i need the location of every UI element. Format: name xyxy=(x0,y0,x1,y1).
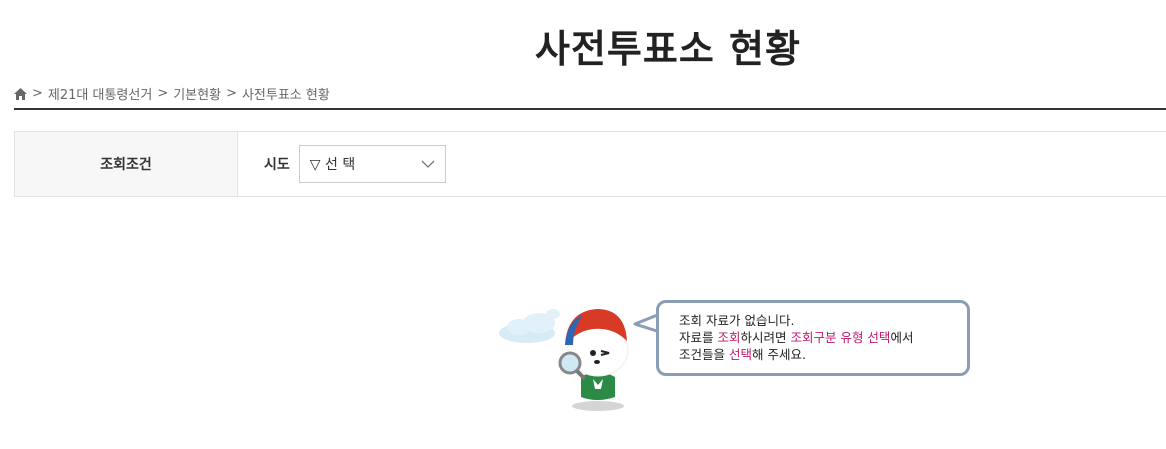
empty-result-message: 조회 자료가 없습니다. 자료를 조회하시려면 조회구분 유형 선택에서 조건들… xyxy=(656,300,970,376)
page-title: 사전투표소 현황 xyxy=(535,27,801,71)
search-condition-label: 조회조건 xyxy=(14,132,238,196)
breadcrumb-item-basic-status[interactable]: 기본현황 xyxy=(173,84,221,103)
search-condition-body: 시도 ▽ 선 택 xyxy=(238,132,1166,196)
breadcrumb: > 제21대 대통령선거 > 기본현황 > 사전투표소 현황 xyxy=(14,84,330,103)
cloud-icon xyxy=(499,309,560,343)
sido-select-value: ▽ 선 택 xyxy=(309,157,356,173)
sido-select[interactable]: ▽ 선 택 xyxy=(298,145,446,183)
breadcrumb-item-election[interactable]: 제21대 대통령선거 xyxy=(48,84,152,103)
message-line-3: 조건들을 선택해 주세요. xyxy=(679,347,806,362)
breadcrumb-separator: > xyxy=(32,86,43,101)
sido-label: 시도 xyxy=(264,157,290,173)
highlight-text: 조회구분 유형 선택 xyxy=(790,330,891,345)
search-condition-panel: 조회조건 시도 ▽ 선 택 xyxy=(14,131,1166,197)
chevron-down-icon xyxy=(421,160,435,168)
mascot-illustration xyxy=(499,309,629,411)
breadcrumb-separator: > xyxy=(226,86,237,101)
message-line-1: 조회 자료가 없습니다. xyxy=(679,313,795,328)
breadcrumb-item-current: 사전투표소 현황 xyxy=(241,88,330,103)
message-line-2: 자료를 조회하시려면 조회구분 유형 선택에서 xyxy=(679,330,914,345)
breadcrumb-separator: > xyxy=(157,86,169,101)
highlight-text: 선택 xyxy=(728,347,752,362)
title-divider xyxy=(14,108,1166,110)
highlight-text: 조회 xyxy=(717,330,741,345)
home-icon[interactable] xyxy=(14,87,27,100)
